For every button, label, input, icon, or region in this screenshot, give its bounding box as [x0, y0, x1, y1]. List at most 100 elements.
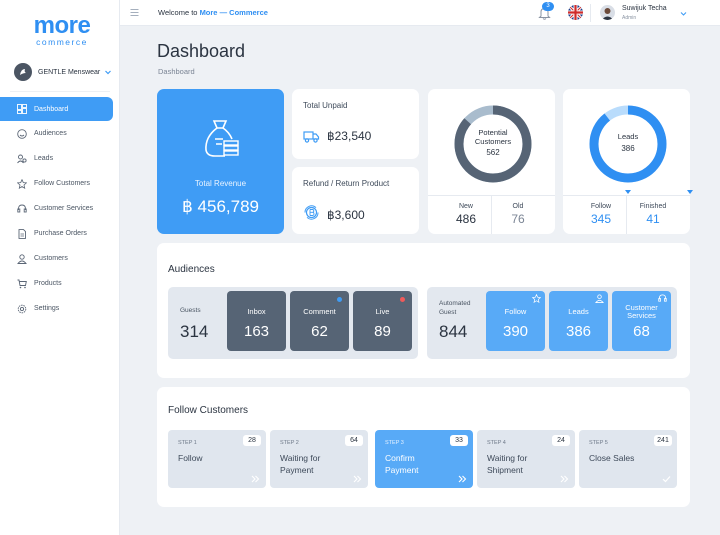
comment-tile[interactable]: Comment 62	[290, 291, 349, 351]
follow-customers-title: Follow Customers	[168, 405, 249, 416]
finished-value: 41	[646, 212, 660, 226]
refund-label: Refund / Return Product	[303, 179, 390, 188]
follow-tile-value: 390	[502, 323, 529, 340]
guests-label: Guests	[180, 307, 201, 314]
brand-logo[interactable]: more commerce	[27, 14, 97, 47]
sidebar-item-label: Leads	[34, 155, 54, 162]
refund-card[interactable]: Refund / Return Product ฿3,600	[292, 167, 419, 234]
old-value: 76	[511, 212, 525, 226]
customer-services-tile[interactable]: Customer Services 68	[612, 291, 671, 351]
sidebar-item-label: Products	[34, 280, 62, 287]
sidebar-item-settings[interactable]: Settings	[0, 296, 120, 321]
live-value: 89	[374, 323, 391, 340]
inbox-label: Inbox	[247, 307, 266, 316]
check-icon	[662, 476, 671, 483]
total-revenue-label: Total Revenue	[194, 179, 247, 188]
automated-guest-value: 844	[439, 322, 468, 341]
user-avatar[interactable]	[600, 5, 615, 20]
step-count: 33	[450, 435, 468, 446]
welcome-prefix: Welcome to	[158, 8, 198, 17]
uk-flag-icon[interactable]	[568, 5, 583, 20]
step-label-line-1: Confirm	[385, 453, 415, 463]
sidebar-item-products[interactable]: Products	[0, 271, 120, 296]
step-label-line-1: Waiting for	[280, 453, 321, 463]
step-number: STEP 5	[589, 440, 608, 446]
star-icon	[532, 294, 541, 303]
refund-value: ฿3,600	[327, 208, 365, 222]
comment-value: 62	[311, 323, 328, 340]
inbox-tile[interactable]: Inbox 163	[227, 291, 286, 351]
sidebar-item-customer-services[interactable]: Customer Services	[0, 196, 120, 221]
cs-label-line-2: Services	[627, 311, 656, 320]
sidebar-item-dashboard[interactable]: Dashboard	[0, 97, 113, 121]
potential-customers-card[interactable]: Potential Customers 562 New 486 Old 76	[428, 89, 555, 234]
finished-label: Finished	[639, 203, 667, 210]
gear-icon	[17, 304, 27, 313]
step-label-line-1: Close Sales	[589, 453, 635, 463]
menu-icon[interactable]	[130, 8, 139, 17]
live-tile[interactable]: Live 89	[353, 291, 412, 351]
live-label: Live	[375, 307, 390, 316]
step-2-card[interactable]: STEP 2 64 Waiting for Payment	[270, 430, 368, 488]
sidebar-item-audiences[interactable]: Audiences	[0, 121, 120, 146]
double-chevron-right-icon	[458, 475, 467, 483]
total-revenue-card[interactable]: Total Revenue ฿ 456,789	[157, 89, 284, 234]
double-chevron-right-icon	[251, 475, 260, 483]
step-5-card[interactable]: STEP 5 241 Close Sales	[579, 430, 677, 488]
sidebar-item-leads[interactable]: Leads	[0, 146, 120, 171]
welcome-brand: More — Commerce	[199, 8, 268, 17]
step-number: STEP 2	[280, 440, 299, 446]
sidebar: more commerce GENTLE Menswear Dashboard …	[0, 0, 120, 535]
user-role: Admin	[622, 15, 637, 21]
store-switcher[interactable]: GENTLE Menswear	[14, 61, 114, 83]
guests-value: 314	[180, 322, 209, 341]
chevron-down-icon[interactable]	[680, 10, 687, 17]
sidebar-item-customers[interactable]: Customers	[0, 246, 120, 271]
total-unpaid-card[interactable]: Total Unpaid ฿23,540	[292, 89, 419, 159]
automated-group: Automated Guest 844 Follow 390 Leads 386…	[427, 287, 677, 359]
status-dot	[400, 297, 405, 302]
money-bag-icon	[205, 120, 239, 157]
follow-tile[interactable]: Follow 390	[486, 291, 545, 351]
customer-services-label: Customer Services	[612, 304, 671, 320]
step-1-card[interactable]: STEP 1 28 Follow	[168, 430, 266, 488]
status-dot	[337, 297, 342, 302]
sidebar-item-label: Audiences	[34, 130, 67, 137]
potential-label-line-2: Customers	[474, 137, 512, 146]
potential-label-line-1: Potential	[478, 128, 508, 137]
leads-card[interactable]: Leads 386 Follow 345 Finished 41	[563, 89, 693, 234]
headset-icon	[658, 294, 667, 302]
indicator-arrow	[687, 190, 693, 194]
user-name[interactable]: Suwijuk Techa	[622, 5, 667, 12]
step-count: 28	[243, 435, 261, 446]
customer-services-value: 68	[633, 323, 650, 340]
sidebar-divider	[10, 91, 110, 92]
step-label: Waiting for Payment	[280, 452, 360, 476]
step-3-card[interactable]: STEP 3 33 Confirm Payment	[375, 430, 473, 488]
guests-group: Guests 314 Inbox 163 Comment 62 Live 89	[168, 287, 418, 359]
total-unpaid-label: Total Unpaid	[303, 101, 348, 110]
welcome-message: Welcome to More — Commerce	[158, 8, 268, 17]
user-icon	[17, 253, 27, 264]
step-label: Follow	[178, 452, 258, 464]
store-name: GENTLE Menswear	[38, 68, 101, 76]
star-icon	[17, 178, 27, 189]
sidebar-item-follow-customers[interactable]: Follow Customers	[0, 171, 120, 196]
cart-icon	[17, 279, 27, 288]
notification-badge: 3	[542, 2, 554, 11]
step-label: Confirm Payment	[385, 452, 465, 476]
topbar-divider	[590, 4, 591, 22]
sidebar-item-purchase-orders[interactable]: Purchase Orders	[0, 221, 120, 246]
step-label-line-2: Shipment	[487, 465, 523, 475]
step-label: Waiting for Shipment	[487, 452, 567, 476]
breadcrumb[interactable]: Dashboard	[158, 67, 195, 76]
follow-tile-label: Follow	[504, 307, 527, 316]
top-bar: Welcome to More — Commerce 3 Suwijuk Tec…	[120, 0, 720, 26]
indicator-arrow	[625, 190, 631, 194]
page-title: Dashboard	[157, 41, 246, 61]
step-4-card[interactable]: STEP 4 24 Waiting for Shipment	[477, 430, 575, 488]
step-label-line-1: Waiting for	[487, 453, 528, 463]
total-unpaid-value: ฿23,540	[327, 129, 372, 143]
document-icon	[18, 228, 26, 239]
leads-tile[interactable]: Leads 386	[549, 291, 608, 351]
